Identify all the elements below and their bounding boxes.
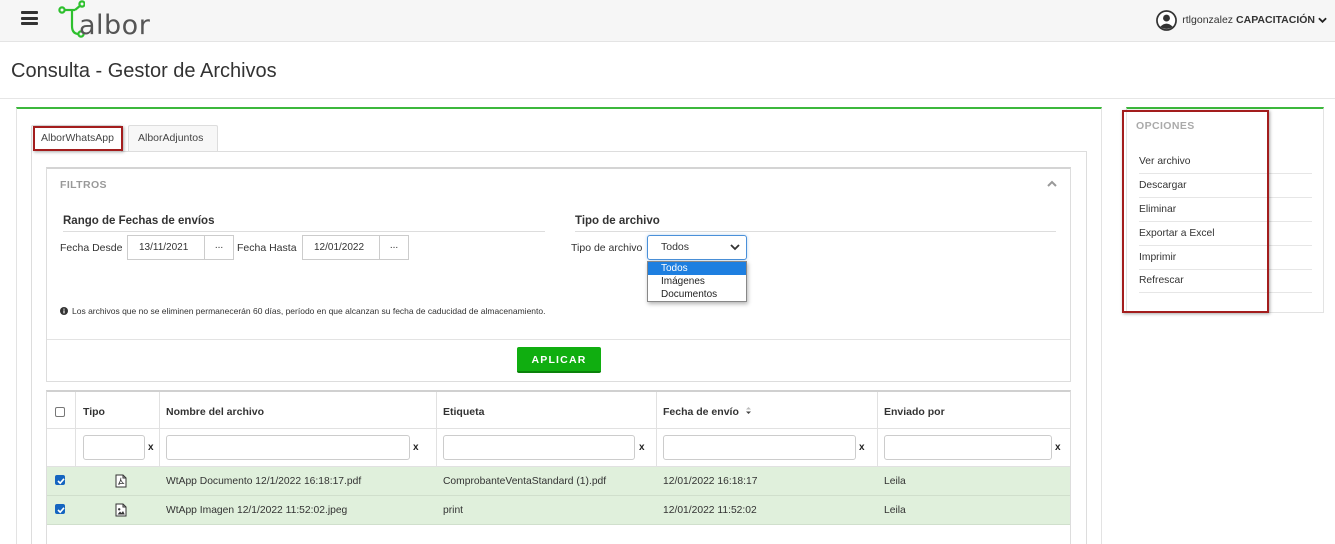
clear-filter-enviado[interactable]: x (1055, 442, 1061, 453)
clear-filter-etiqueta[interactable]: x (639, 442, 645, 453)
filter-nombre-input[interactable] (166, 435, 410, 460)
tipo-archivo-selected: Todos (661, 241, 690, 253)
user-avatar-icon (1156, 9, 1178, 31)
fecha-hasta-input[interactable]: 12/01/2022 (302, 235, 380, 260)
tab-alboradjuntos[interactable]: AlborAdjuntos (128, 125, 218, 151)
page-title: Consulta - Gestor de Archivos (11, 60, 277, 82)
highlight-box-options (1122, 110, 1269, 313)
filter-etiqueta-input[interactable] (443, 435, 635, 460)
chevron-down-icon (1318, 17, 1327, 23)
filter-fecha-input[interactable] (663, 435, 856, 460)
cell-nombre: WtApp Documento 12/1/2022 16:18:17.pdf (166, 476, 362, 487)
sort-icon (745, 407, 751, 414)
header-tipo[interactable]: Tipo (83, 406, 105, 418)
filter-enviado-input[interactable] (884, 435, 1052, 460)
row-checkbox[interactable] (55, 504, 65, 514)
retention-note-text: Los archivos que no se eliminen permanec… (72, 306, 546, 316)
cell-fecha: 12/01/2022 11:52:02 (663, 505, 757, 516)
divider (47, 339, 1070, 340)
cell-enviado: Leila (884, 476, 906, 487)
select-all-checkbox[interactable] (55, 407, 65, 417)
filters-panel: FILTROS Rango de Fechas de envíos Fecha … (46, 167, 1071, 382)
fecha-desde-picker-button[interactable]: ... (205, 235, 234, 260)
user-name: rtlgonzalez (1182, 14, 1234, 26)
user-menu[interactable]: rtlgonzalez CAPACITACIÓN (1156, 9, 1327, 31)
info-icon (60, 307, 68, 315)
header-fecha-label: Fecha de envío (663, 406, 739, 418)
tipo-archivo-label: Tipo de archivo (571, 242, 643, 254)
tipo-archivo-select[interactable]: Todos (647, 235, 747, 260)
apply-button[interactable]: APLICAR (517, 347, 601, 373)
image-file-icon (115, 503, 127, 517)
header-enviado[interactable]: Enviado por (884, 406, 945, 418)
files-table: Tipo Nombre del archivo Etiqueta Fecha d… (46, 390, 1071, 544)
chevron-up-icon[interactable] (1047, 180, 1057, 187)
cell-etiqueta: print (443, 505, 464, 516)
divider (0, 98, 1335, 99)
cell-fecha: 12/01/2022 16:18:17 (663, 476, 758, 487)
fecha-hasta-label: Fecha Hasta (237, 242, 297, 254)
cell-enviado: Leila (884, 505, 906, 516)
table-row[interactable]: WtApp Documento 12/1/2022 16:18:17.pdf C… (47, 467, 1070, 496)
fecha-desde-label: Fecha Desde (60, 242, 123, 254)
cell-etiqueta: ComprobanteVentaStandard (1).pdf (443, 476, 607, 487)
dropdown-option-documentos[interactable]: Documentos (648, 288, 746, 301)
retention-note: Los archivos que no se eliminen permanec… (60, 306, 545, 316)
file-type-title: Tipo de archivo (575, 215, 1056, 232)
clear-filter-nombre[interactable]: x (413, 442, 419, 453)
chevron-down-icon (730, 244, 740, 251)
dropdown-option-todos[interactable]: Todos (648, 262, 746, 275)
date-range-title: Rango de Fechas de envíos (63, 215, 545, 232)
filters-title: FILTROS (60, 179, 107, 191)
hamburger-menu-icon[interactable] (21, 11, 38, 25)
header-nombre[interactable]: Nombre del archivo (166, 406, 264, 418)
header-fecha[interactable]: Fecha de envío (663, 406, 752, 418)
table-row[interactable]: WtApp Imagen 12/1/2022 11:52:02.jpeg pri… (47, 496, 1070, 525)
company-name: CAPACITACIÓN (1236, 14, 1315, 26)
divider (47, 428, 1070, 429)
tipo-archivo-dropdown: Todos Imágenes Documentos (647, 261, 747, 302)
row-checkbox[interactable] (55, 475, 65, 485)
clear-filter-fecha[interactable]: x (859, 442, 865, 453)
pdf-file-icon (115, 474, 127, 488)
fecha-hasta-picker-button[interactable]: ... (380, 235, 409, 260)
clear-filter-tipo[interactable]: x (148, 442, 154, 453)
fecha-desde-input[interactable]: 13/11/2021 (127, 235, 205, 260)
logo-text: albor (79, 10, 151, 41)
header-etiqueta[interactable]: Etiqueta (443, 406, 484, 418)
top-bar: albor rtlgonzalez CAPACITACIÓN (0, 0, 1335, 42)
dropdown-option-imagenes[interactable]: Imágenes (648, 275, 746, 288)
albor-logo[interactable]: albor (57, 0, 157, 40)
cell-nombre: WtApp Imagen 12/1/2022 11:52:02.jpeg (166, 505, 348, 516)
filter-tipo-input[interactable] (83, 435, 145, 460)
highlight-box-tab (33, 126, 123, 151)
